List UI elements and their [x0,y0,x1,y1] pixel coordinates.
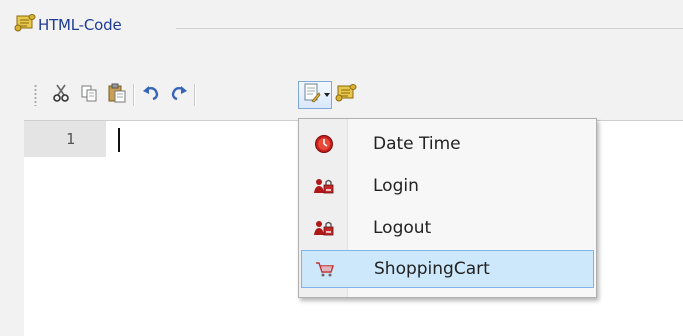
insert-snippet-menu: Date Time Login Logout ShoppingCart [298,118,597,298]
scroll-icon [335,83,357,107]
menu-item-label: Login [373,176,419,196]
line-number: 1 [66,130,76,148]
redo-button[interactable] [168,84,190,106]
scissors-icon [53,84,69,106]
menu-item-logout[interactable]: Logout [301,209,594,247]
menu-item-label: Logout [373,218,432,238]
menu-item-label: ShoppingCart [374,259,490,279]
user-lock-icon [301,177,347,195]
undo-icon [142,85,160,105]
scroll-icon [14,13,36,37]
paste-button[interactable] [106,83,128,107]
menu-item-shopping-cart[interactable]: ShoppingCart [301,250,594,288]
html-code-button[interactable] [334,84,358,106]
chevron-down-icon [324,93,330,97]
toolbar-separator [133,84,135,106]
html-code-editor-window: HTML-Code 1 Date Time Login Logout Shopp… [0,0,683,336]
current-line-number-row: 1 [24,121,106,157]
shopping-cart-icon [302,260,348,278]
group-divider [176,28,683,29]
user-lock-icon [301,219,347,237]
cut-button[interactable] [50,84,72,106]
insert-snippet-icon [303,83,321,107]
toolbar-separator [194,84,196,106]
paste-icon [107,83,127,107]
line-number-gutter: 1 [24,121,106,336]
copy-button[interactable] [78,84,100,106]
text-caret [118,128,120,152]
copy-icon [80,84,98,106]
toolbar-grip[interactable] [34,84,37,106]
clock-icon [301,134,347,154]
group-title: HTML-Code [38,16,122,34]
undo-button[interactable] [140,84,162,106]
editor-toolbar [30,80,390,110]
menu-item-date-time[interactable]: Date Time [301,125,594,163]
group-header: HTML-Code [14,13,122,37]
redo-icon [170,85,188,105]
menu-item-login[interactable]: Login [301,167,594,205]
menu-item-label: Date Time [373,134,461,154]
insert-snippet-dropdown-button[interactable] [298,81,332,109]
